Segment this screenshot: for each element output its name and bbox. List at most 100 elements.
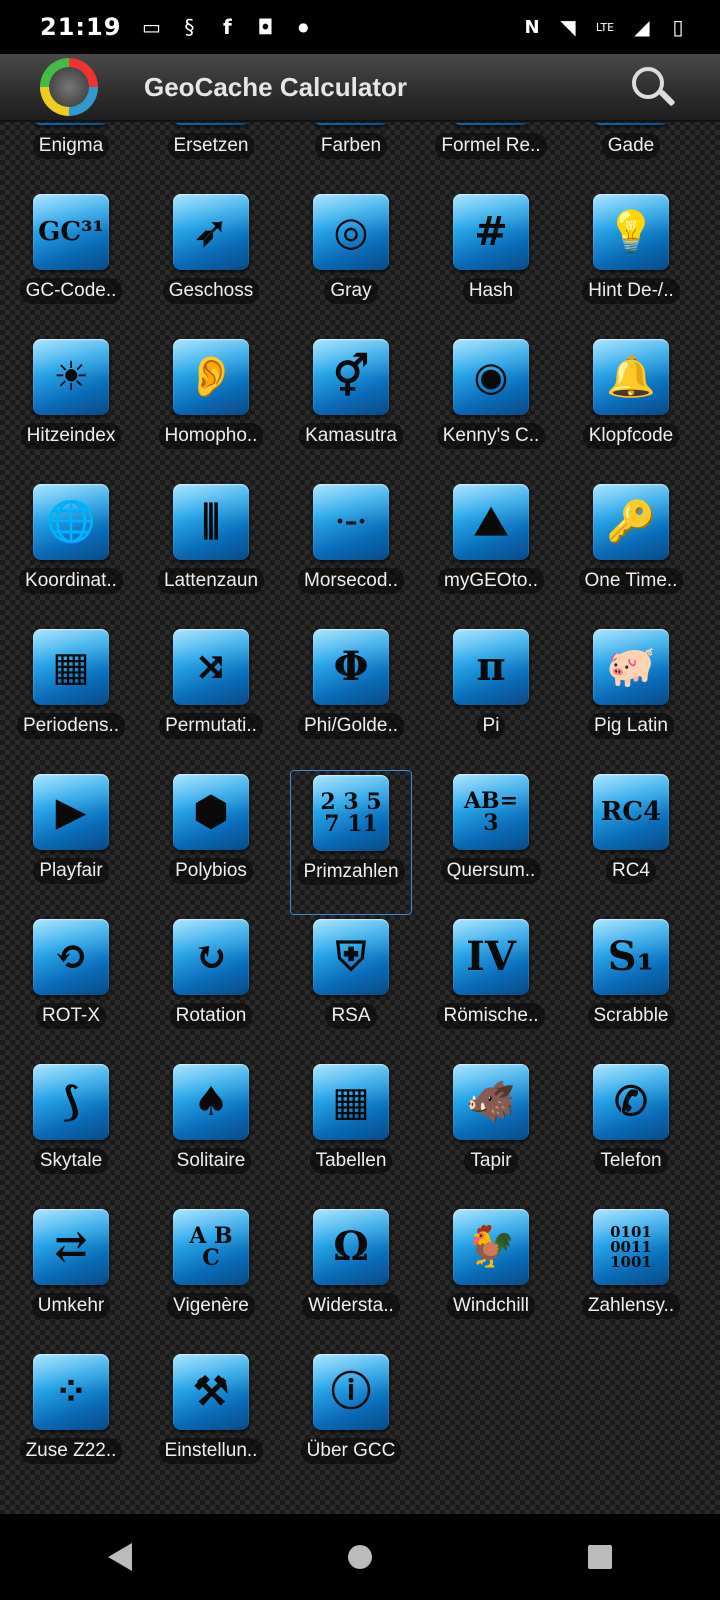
facebook-icon: f — [223, 15, 232, 39]
colors-icon — [313, 123, 389, 125]
app-tile[interactable]: ·–· Morsecod.. — [290, 480, 412, 625]
sun-icon: ☀ — [33, 339, 109, 415]
app-glyph: ⟆ — [61, 1078, 81, 1125]
app-tile[interactable]: ⚥ Kamasutra — [290, 335, 412, 480]
app-label: Morsecod.. — [298, 568, 404, 594]
app-tile[interactable]: Gade — [570, 123, 692, 190]
app-tile[interactable]: 🔑 One Time.. — [570, 480, 692, 625]
app-glyph: 0101 0011 1001 — [610, 1222, 652, 1271]
app-glyph: ⛰ — [474, 498, 508, 545]
app-tile[interactable]: Ω Widersta.. — [290, 1205, 412, 1350]
app-tile[interactable]: ⁘ Zuse Z22.. — [10, 1350, 132, 1495]
ear-icon: 👂 — [173, 339, 249, 415]
app-tile[interactable]: A B C Vigenère — [150, 1205, 272, 1350]
app-label: Lattenzaun — [157, 568, 265, 594]
app-tile[interactable]: ☀ Hitzeindex — [10, 335, 132, 480]
app-tile[interactable]: Formel Re.. — [430, 123, 552, 190]
police-badge-icon: ⛨ — [313, 919, 389, 995]
app-tile[interactable]: 2 3 5 7 11 Primzahlen — [290, 770, 412, 915]
app-tile[interactable]: 🐗 Tapir — [430, 1060, 552, 1205]
app-tile[interactable]: ⓘ Über GCC — [290, 1350, 412, 1495]
app-tile[interactable]: Ersetzen — [150, 123, 272, 190]
app-glyph: ◎ — [333, 208, 369, 255]
app-tile[interactable]: 0101 0011 1001 Zahlensy.. — [570, 1205, 692, 1350]
binary-icon: 0101 0011 1001 — [593, 1209, 669, 1285]
app-tile[interactable]: ⬢ Polybios — [150, 770, 272, 915]
app-tile[interactable]: ⚒ Einstellun.. — [150, 1350, 272, 1495]
app-tile[interactable]: Φ Phi/Golde.. — [290, 625, 412, 770]
app-glyph: ⚒ — [193, 1368, 229, 1415]
app-tile[interactable]: RC4 RC4 — [570, 770, 692, 915]
app-tile[interactable]: ⟆ Skytale — [10, 1060, 132, 1205]
app-tile[interactable]: ↻ Rotation — [150, 915, 272, 1060]
status-bar: 21:19 ▭ § f ◘ ● N ◥ LTE ◢ ▯ — [0, 0, 720, 54]
app-tile[interactable]: ⫼ Lattenzaun — [150, 480, 272, 625]
back-button[interactable] — [90, 1527, 150, 1587]
app-label: Vigenère — [167, 1293, 255, 1319]
app-tile[interactable]: π Pi — [430, 625, 552, 770]
app-tile[interactable]: AB= 3 Quersum.. — [430, 770, 552, 915]
recents-icon — [588, 1545, 612, 1569]
fence-icon: ⫼ — [173, 484, 249, 560]
app-label: Kenny's C.. — [436, 423, 546, 449]
app-tile[interactable]: ▦ Tabellen — [290, 1060, 412, 1205]
scrabble-icon: S₁ — [593, 919, 669, 995]
app-tile[interactable]: Farben — [290, 123, 412, 190]
pi-icon: π — [453, 629, 529, 705]
signal-icon: ◢ — [634, 15, 650, 39]
honeycomb-icon: ⬢ — [173, 774, 249, 850]
app-tile[interactable]: ▦ Periodens.. — [10, 625, 132, 770]
app-tile[interactable]: ✆ Telefon — [570, 1060, 692, 1205]
app-tile[interactable]: GC³¹ GC-Code.. — [10, 190, 132, 335]
app-label: Homopho.. — [158, 423, 264, 449]
app-tile[interactable]: ⟲ ROT-X — [10, 915, 132, 1060]
app-label: Solitaire — [170, 1148, 252, 1174]
page-title: GeoCache Calculator — [144, 71, 407, 102]
s-icon: § — [184, 15, 195, 39]
periodic-table-icon: ▦ — [33, 629, 109, 705]
app-label: Enigma — [32, 133, 110, 159]
app-glyph: ▦ — [52, 643, 90, 690]
app-tile[interactable]: ⇄ Umkehr — [10, 1205, 132, 1350]
app-tile[interactable]: ◉ Kenny's C.. — [430, 335, 552, 480]
app-tile[interactable]: Enigma — [10, 123, 132, 190]
app-tile[interactable]: 🐖 Pig Latin — [570, 625, 692, 770]
app-tile[interactable]: ♠ Solitaire — [150, 1060, 272, 1205]
app-label: Rotation — [169, 1003, 253, 1029]
app-label: Hint De-/.. — [582, 278, 680, 304]
home-button[interactable] — [330, 1527, 390, 1587]
app-label: Farben — [314, 133, 388, 159]
app-tile[interactable]: 🐓 Windchill — [430, 1205, 552, 1350]
app-tile[interactable]: ⛨ RSA — [290, 915, 412, 1060]
app-glyph: # — [474, 208, 508, 255]
notification-icons: ▭ § f ◘ ● — [139, 15, 315, 39]
app-tile[interactable]: 💡 Hint De-/.. — [570, 190, 692, 335]
app-tile[interactable]: 🔔 Klopfcode — [570, 335, 692, 480]
app-label: Playfair — [33, 858, 109, 884]
app-tile[interactable]: ⛰ myGEOto.. — [430, 480, 552, 625]
app-tile[interactable]: ◎ Gray — [290, 190, 412, 335]
app-tile[interactable]: ▶ Playfair — [10, 770, 132, 915]
app-tile[interactable]: IV Römische.. — [430, 915, 552, 1060]
home-icon — [348, 1545, 372, 1569]
app-label: Geschoss — [162, 278, 260, 304]
lightbulb-icon: 💡 — [593, 194, 669, 270]
app-tile[interactable]: # Hash — [430, 190, 552, 335]
app-label: Kamasutra — [299, 423, 403, 449]
app-tile[interactable]: ➶ Geschoss — [150, 190, 272, 335]
app-label: Gade — [601, 133, 661, 159]
app-glyph: ↻ — [194, 933, 228, 980]
app-label: Ersetzen — [167, 133, 255, 159]
recents-button[interactable] — [570, 1527, 630, 1587]
app-tile[interactable]: 👂 Homopho.. — [150, 335, 272, 480]
app-tile[interactable]: 🌐 Koordinat.. — [10, 480, 132, 625]
search-button[interactable] — [628, 63, 676, 111]
omega-icon: Ω — [313, 1209, 389, 1285]
app-logo[interactable] — [40, 58, 98, 116]
permutation-icon: ⤨ — [173, 629, 249, 705]
wifi-icon: ◥ — [560, 15, 576, 39]
app-tile[interactable]: ⤨ Permutati.. — [150, 625, 272, 770]
app-tile[interactable]: S₁ Scrabble — [570, 915, 692, 1060]
app-label: RC4 — [605, 858, 656, 884]
app-label: Windchill — [446, 1293, 536, 1319]
